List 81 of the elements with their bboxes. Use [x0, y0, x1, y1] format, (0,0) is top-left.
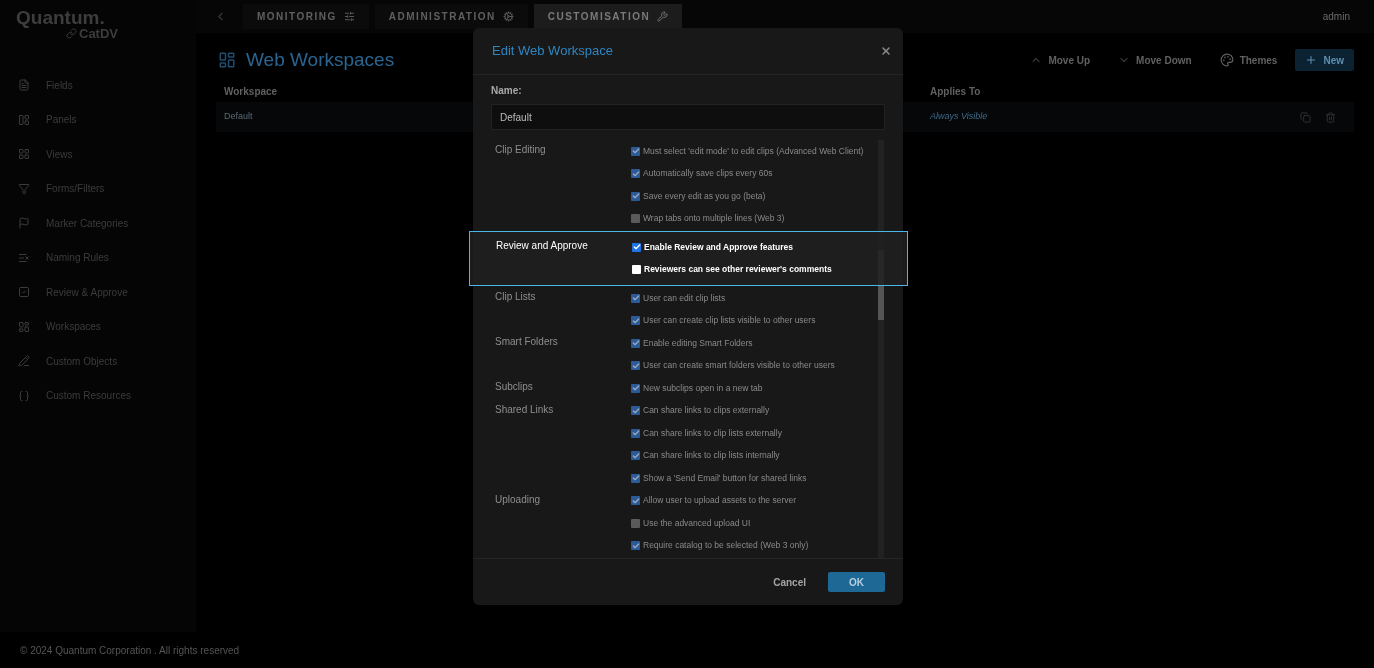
panel-layout-icon [18, 113, 30, 126]
nav-tab[interactable]: CUSTOMISATION [533, 4, 683, 29]
column-header: Applies To [930, 84, 981, 99]
section-label: Clip Lists [494, 290, 537, 304]
section-label: Review and Approve [495, 239, 589, 253]
toolbar-button[interactable]: Move Up [1020, 49, 1101, 71]
checkbox[interactable] [632, 265, 641, 275]
checkbox-option[interactable]: Must select 'edit mode' to edit clips (Advanced Web Client) [631, 140, 864, 163]
checkbox[interactable] [631, 496, 640, 506]
name-input[interactable]: Default [491, 104, 885, 130]
checkbox-option[interactable]: Automatically save clips every 60s [631, 162, 864, 185]
column-header: Workspace [224, 84, 278, 99]
table-cell: Always Visible [930, 110, 988, 124]
checkbox-option[interactable]: User can edit clip lists [631, 287, 816, 310]
copyright-text: © 2024 Quantum Corporation . All rights reserved [20, 643, 240, 658]
flag-icon [18, 217, 30, 230]
document-icon [18, 79, 30, 92]
palette-icon [1219, 53, 1234, 67]
checkbox[interactable] [632, 242, 641, 252]
ok-button[interactable]: OK [828, 572, 885, 592]
grid-icon [18, 148, 30, 161]
list-cross-icon [18, 251, 30, 264]
dialog-title: Edit Web Workspace [492, 42, 613, 61]
checkbox[interactable] [631, 338, 640, 348]
user-name[interactable]: admin [1322, 9, 1350, 24]
field-label: Name: [491, 84, 523, 98]
scrollbar[interactable] [878, 140, 884, 558]
checkbox[interactable] [631, 383, 640, 393]
toolbar-button[interactable]: Move Down [1108, 49, 1202, 71]
checkbox-option[interactable]: Reviewers can see other reviewer's comments [632, 258, 832, 281]
checkbox[interactable] [631, 428, 640, 438]
checkbox-option[interactable]: Save every edit as you go (beta) [631, 185, 864, 208]
nav-tab[interactable]: MONITORING [243, 4, 369, 29]
brand-logo: Quantum. [16, 8, 105, 27]
nav-tab[interactable]: ADMINISTRATION [374, 4, 528, 29]
checkbox-icon [18, 286, 30, 299]
pencil-icon [18, 355, 30, 368]
section-label: Uploading [494, 492, 542, 507]
checkbox-option[interactable]: Can share links to clip lists externally [631, 422, 807, 445]
checkbox[interactable] [631, 293, 640, 303]
checkbox[interactable] [631, 451, 640, 461]
checkbox[interactable] [631, 361, 640, 371]
section-label: Subclips [494, 380, 534, 394]
gear-icon [502, 11, 514, 22]
checkbox-option[interactable]: Enable editing Smart Folders [631, 332, 835, 355]
checkbox-option[interactable]: New subclips open in a new tab [631, 377, 763, 400]
product-logo: CatDV [79, 27, 118, 40]
page-title: Web Workspaces [246, 47, 395, 72]
checkbox-option[interactable]: Can share links to clips externally [631, 399, 807, 422]
checkbox[interactable] [631, 169, 640, 179]
wrench-icon [657, 11, 669, 22]
checkbox-option[interactable]: Use the advanced upload UI [631, 512, 809, 535]
checkbox[interactable] [631, 316, 640, 326]
checkbox-option[interactable]: Allow user to upload assets to the server [631, 489, 809, 512]
filter-icon [18, 182, 30, 195]
table-cell: Default [224, 110, 253, 124]
plus-icon [1305, 54, 1318, 66]
braces-icon [18, 389, 30, 402]
checkbox[interactable] [631, 191, 640, 201]
checkbox-option[interactable]: User can create clip lists visible to other users [631, 309, 816, 332]
checkbox-option[interactable]: Show a 'Send Email' button for shared links [631, 467, 807, 490]
close-icon[interactable] [880, 45, 892, 57]
checkbox-option[interactable]: Wrap tabs onto multiple lines (Web 3) [631, 207, 864, 230]
toolbar-button[interactable]: Themes [1209, 49, 1288, 71]
toolbar-button[interactable]: New [1295, 49, 1354, 71]
checkbox[interactable] [631, 406, 640, 416]
checkbox-option[interactable]: User can create smart folders visible to other users [631, 354, 835, 377]
checkbox-option[interactable]: Require catalog to be selected (Web 3 only) [631, 534, 809, 557]
checkbox[interactable] [631, 473, 640, 483]
section-label: Smart Folders [494, 335, 559, 349]
checkbox-option[interactable]: Can share links to clip lists internally [631, 444, 807, 467]
checkbox[interactable] [631, 541, 640, 551]
section-label: Clip Editing [494, 143, 547, 157]
checkbox[interactable] [631, 518, 640, 528]
sliders-icon [343, 11, 355, 22]
checkbox[interactable] [631, 146, 640, 156]
section-label: Shared Links [494, 402, 555, 417]
link-icon [66, 28, 77, 39]
cancel-button[interactable]: Cancel [769, 572, 810, 592]
checkbox[interactable] [631, 214, 640, 224]
checkbox-option[interactable]: Enable Review and Approve features [632, 236, 832, 259]
